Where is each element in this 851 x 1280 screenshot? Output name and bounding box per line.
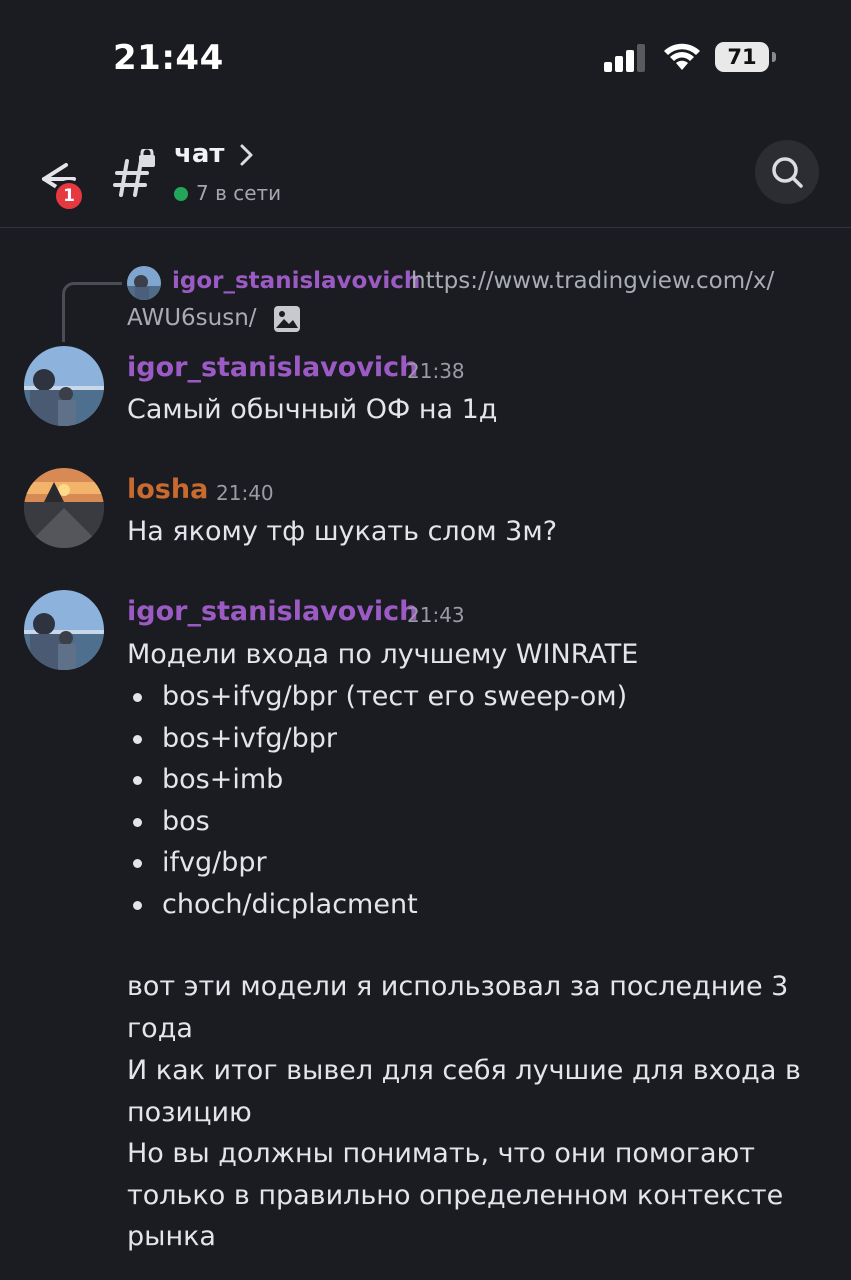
list-item: bos+ivfg/bpr — [127, 718, 627, 760]
search-button[interactable] — [755, 140, 819, 204]
list-item: bos+imb — [127, 759, 627, 801]
avatar[interactable] — [24, 346, 104, 426]
online-count: 7 в сети — [174, 181, 281, 205]
reply-avatar[interactable] — [127, 266, 161, 300]
message-timestamp: 21:40 — [216, 481, 274, 505]
cellular-signal-icon — [604, 44, 645, 72]
reply-text[interactable]: https://www.tradingview.com/x/ — [411, 268, 821, 294]
message-bullet-list: bos+ifvg/bpr (тест его sweep-ом) bos+ivf… — [127, 676, 627, 926]
image-icon — [274, 306, 300, 332]
reply-connector — [62, 282, 122, 342]
message-paragraph: И как итог вывел для себя лучшие для вхо… — [127, 1055, 801, 1128]
reply-text-continued[interactable]: AWU6susn/ — [127, 305, 257, 331]
chevron-right-icon[interactable] — [238, 141, 256, 169]
message-timestamp: 21:43 — [407, 603, 465, 627]
channel-hash-lock-icon — [113, 149, 155, 197]
list-item: bos+ifvg/bpr (тест его sweep-ом) — [127, 676, 627, 718]
message-paragraph: вот эти модели я использовал за последни… — [127, 971, 789, 1044]
wifi-icon — [664, 43, 700, 70]
reply-username[interactable]: igor_stanislavovich — [172, 268, 420, 294]
message-username[interactable]: losha — [127, 474, 208, 505]
message-paragraph: Но вы должны понимать, что они помогают … — [127, 1138, 784, 1253]
message-username[interactable]: igor_stanislavovich — [127, 596, 418, 627]
status-time: 21:44 — [113, 38, 224, 78]
status-bar: 21:44 71 — [0, 0, 851, 115]
avatar[interactable] — [24, 468, 104, 548]
message-text[interactable]: Самый обычный ОФ на 1д — [127, 389, 497, 431]
unread-badge: 1 — [53, 180, 85, 212]
message-timestamp: 21:38 — [407, 359, 465, 383]
list-item: bos — [127, 801, 627, 843]
message-text[interactable]: На якому тф шукать слом 3м? — [127, 511, 557, 553]
online-dot-icon — [174, 187, 188, 201]
list-item: ifvg/bpr — [127, 842, 627, 884]
search-icon — [772, 157, 803, 188]
battery-level: 71 — [727, 45, 757, 69]
message-text[interactable]: Модели входа по лучшему WINRATE — [127, 634, 638, 676]
channel-header: 1 чат 7 в сети — [0, 115, 851, 228]
list-item: choch/dicplacment — [127, 884, 627, 926]
battery-icon: 71 — [715, 42, 777, 72]
avatar[interactable] — [24, 590, 104, 670]
message-username[interactable]: igor_stanislavovich — [127, 352, 418, 383]
channel-title[interactable]: чат — [174, 139, 224, 169]
